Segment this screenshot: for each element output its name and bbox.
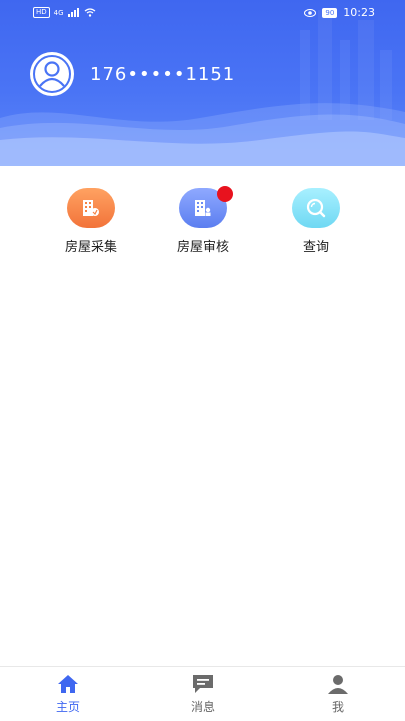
nav-label: 主页 <box>55 700 80 714</box>
profile-row[interactable]: 176•••••1151 <box>30 52 235 96</box>
network-type: 4G <box>53 8 64 17</box>
nav-home[interactable]: 主页 <box>28 673 108 715</box>
signal-icon <box>67 8 79 17</box>
bottom-nav: 主页 消息 我 <box>0 666 405 721</box>
hd-indicator: HD <box>33 7 50 18</box>
home-icon <box>58 675 78 693</box>
eye-icon <box>304 8 317 17</box>
header-banner: HD 4G 90 10:23 176•••••1151 <box>0 0 405 166</box>
search-icon <box>292 188 340 228</box>
person-icon <box>328 675 348 694</box>
nav-label: 我 <box>331 700 344 714</box>
battery-indicator: 90 <box>322 7 338 18</box>
action-label: 查询 <box>302 240 329 255</box>
user-avatar-icon[interactable] <box>30 52 74 96</box>
nav-label: 消息 <box>190 700 215 714</box>
user-phone-number: 176•••••1151 <box>90 63 236 85</box>
quick-actions: 房屋采集 房屋审核 查询 <box>0 186 405 258</box>
nav-me[interactable]: 我 <box>298 673 378 715</box>
building-collect-icon <box>67 188 115 228</box>
nav-messages[interactable]: 消息 <box>163 673 243 715</box>
message-icon <box>193 675 213 693</box>
action-house-audit[interactable]: 房屋审核 <box>158 186 248 255</box>
action-label: 房屋审核 <box>176 240 229 255</box>
action-house-collect[interactable]: 房屋采集 <box>46 188 136 255</box>
notification-badge <box>217 186 233 202</box>
wifi-icon <box>84 8 95 17</box>
status-bar: HD 4G 90 10:23 <box>0 0 405 26</box>
action-label: 房屋采集 <box>64 240 117 255</box>
action-query[interactable]: 查询 <box>271 188 361 255</box>
clock: 10:23 <box>343 6 375 19</box>
building-audit-icon <box>179 186 233 228</box>
